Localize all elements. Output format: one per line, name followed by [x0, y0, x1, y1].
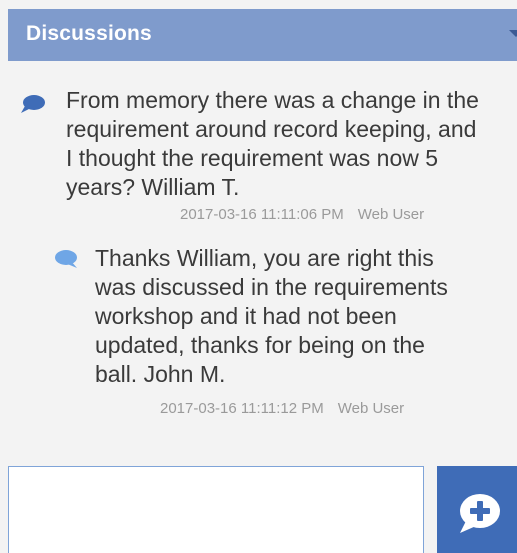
speech-bubble-icon [21, 95, 45, 113]
message-source: Web User [337, 400, 405, 417]
speech-bubble-icon [55, 250, 77, 268]
add-comment-icon [460, 494, 500, 533]
message-meta: 2017-03-16 11:11:12 PM Web User [160, 400, 404, 417]
discussions-header[interactable]: Discussions [0, 0, 517, 70]
comment-input[interactable] [8, 466, 424, 553]
message-text: Thanks William, you are right this was d… [95, 245, 448, 387]
discussions-header-bar[interactable]: Discussions [8, 9, 517, 61]
discussions-panel: Discussions From memory there was a chan… [0, 0, 517, 553]
discussions-title: Discussions [26, 22, 152, 45]
message-source: Web User [357, 206, 425, 223]
message-text: From memory there was a change in the re… [66, 87, 479, 200]
add-comment-button[interactable] [437, 466, 517, 553]
message-timestamp: 2017-03-16 11:11:12 PM [160, 400, 324, 417]
message-timestamp: 2017-03-16 11:11:06 PM [180, 206, 344, 223]
message-meta: 2017-03-16 11:11:06 PM Web User [180, 206, 424, 223]
chevron-down-icon[interactable] [509, 30, 517, 37]
